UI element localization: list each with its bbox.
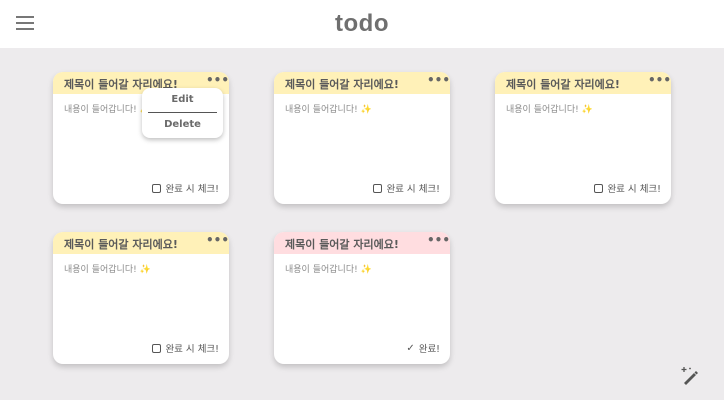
checkbox-icon[interactable]: [152, 183, 162, 193]
complete-checkbox[interactable]: 완료 시 체크!: [152, 341, 219, 355]
card-header: 제목이 들어갈 자리에요! •••: [495, 72, 671, 94]
card-content-text: 내용이 들어갑니다!: [285, 105, 358, 115]
todo-card: 제목이 들어갈 자리에요! ••• 내용이 들어갑니다! ✨ 완료 시 체크! …: [53, 72, 229, 204]
card-title: 제목이 들어갈 자리에요!: [285, 238, 399, 251]
magic-wand-add-icon[interactable]: [680, 366, 700, 386]
card-header: 제목이 들어갈 자리에요! •••: [274, 232, 450, 254]
card-content: 내용이 들어갑니다! ✨: [506, 102, 593, 115]
card-content-text: 내용이 들어갑니다!: [506, 105, 579, 115]
complete-label: 완료 시 체크!: [165, 344, 219, 355]
todo-card: 제목이 들어갈 자리에요! ••• 내용이 들어갑니다! ✨ 완료 시 체크!: [274, 72, 450, 204]
check-icon[interactable]: ✓: [406, 343, 414, 354]
card-header: 제목이 들어갈 자리에요! •••: [274, 72, 450, 94]
app-header: todo: [0, 0, 724, 48]
complete-checkbox[interactable]: 완료 시 체크!: [594, 181, 661, 195]
todo-card: 제목이 들어갈 자리에요! ••• 내용이 들어갑니다! ✨ 완료 시 체크!: [53, 232, 229, 364]
card-content: 내용이 들어갑니다! ✨: [285, 102, 372, 115]
complete-status[interactable]: ✓ 완료!: [406, 341, 440, 356]
complete-label: 완료!: [418, 344, 440, 355]
card-content: 내용이 들어갑니다! ✨: [285, 262, 372, 275]
card-content-text: 내용이 들어갑니다!: [64, 105, 137, 115]
complete-label: 완료 시 체크!: [165, 184, 219, 195]
todo-card: 제목이 들어갈 자리에요! ••• 내용이 들어갑니다! ✨ 완료 시 체크!: [495, 72, 671, 204]
more-horizontal-icon[interactable]: •••: [427, 74, 450, 87]
card-header: 제목이 들어갈 자리에요! •••: [53, 232, 229, 254]
card-menu-dropdown: Edit Delete: [142, 88, 223, 138]
todo-card-done: 제목이 들어갈 자리에요! ••• 내용이 들어갑니다! ✨ ✓ 완료!: [274, 232, 450, 364]
card-content: 내용이 들어갑니다! ✨: [64, 262, 151, 275]
sparkle-icon: ✨: [139, 265, 151, 275]
complete-label: 완료 시 체크!: [386, 184, 440, 195]
more-horizontal-icon[interactable]: •••: [427, 234, 450, 247]
card-content-text: 내용이 들어갑니다!: [285, 265, 358, 275]
card-content: 내용이 들어갑니다! ✨: [64, 102, 151, 115]
more-horizontal-icon[interactable]: •••: [206, 234, 229, 247]
more-horizontal-icon[interactable]: •••: [206, 74, 229, 87]
card-title: 제목이 들어갈 자리에요!: [506, 78, 620, 91]
complete-label: 완료 시 체크!: [607, 184, 661, 195]
sparkle-icon: ✨: [581, 105, 593, 115]
app-title: todo: [335, 10, 389, 37]
edit-button[interactable]: Edit: [142, 88, 223, 112]
checkbox-icon[interactable]: [373, 183, 383, 193]
checkbox-icon[interactable]: [594, 183, 604, 193]
sparkle-icon: ✨: [360, 105, 372, 115]
card-title: 제목이 들어갈 자리에요!: [285, 78, 399, 91]
more-horizontal-icon[interactable]: •••: [648, 74, 671, 87]
complete-checkbox[interactable]: 완료 시 체크!: [373, 181, 440, 195]
card-title: 제목이 들어갈 자리에요!: [64, 238, 178, 251]
delete-button[interactable]: Delete: [142, 113, 223, 137]
card-content-text: 내용이 들어갑니다!: [64, 265, 137, 275]
checkbox-icon[interactable]: [152, 343, 162, 353]
complete-checkbox[interactable]: 완료 시 체크!: [152, 181, 219, 195]
sparkle-icon: ✨: [360, 265, 372, 275]
